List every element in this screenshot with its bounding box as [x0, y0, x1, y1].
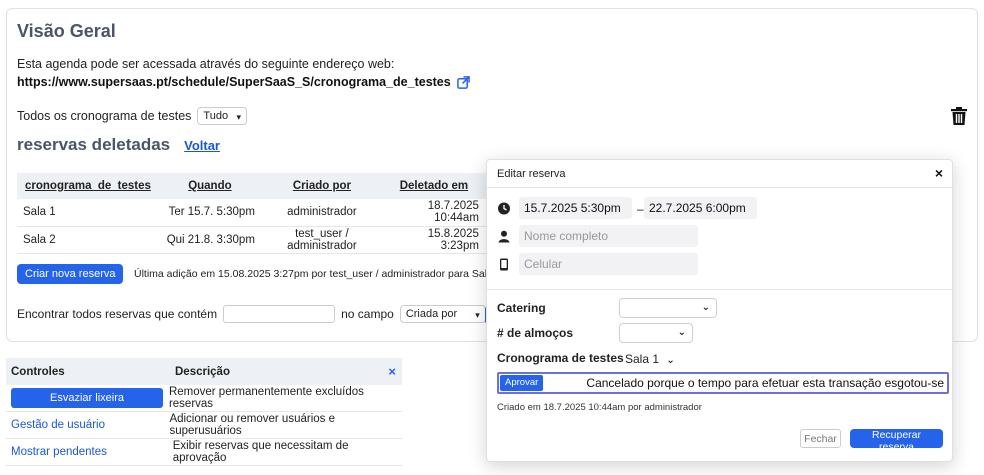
chevron-down-icon: ⌄ [701, 302, 710, 313]
lunches-select[interactable]: ⌄ [619, 323, 693, 343]
schedule-url-row: https://www.supersaas.pt/schedule/SuperS… [17, 75, 470, 89]
empty-trash-button[interactable]: Esvaziar lixeira [11, 388, 163, 408]
schedule-label: Cronograma de testes [497, 351, 624, 365]
field-select-value: Criada por [405, 308, 458, 320]
phone-field[interactable]: Celular [519, 253, 698, 275]
controls-col-title: Controles [11, 365, 65, 378]
status-text[interactable]: Cancelado porque o tempo para efetuar es… [543, 376, 947, 390]
description-col-title: Descrição [175, 365, 230, 378]
divider [487, 289, 952, 290]
close-button[interactable]: Fechar [800, 429, 841, 448]
back-link[interactable]: Voltar [184, 138, 220, 153]
chevron-down-icon: ▾ [475, 310, 480, 320]
phone-icon [500, 258, 508, 271]
control-description: Adicionar ou remover usuários e superusu… [169, 413, 335, 437]
catering-select[interactable]: ⌄ [619, 298, 717, 318]
cell-when: Qui 21.8. 3:30pm [158, 226, 261, 254]
dialog-title: Editar reserva [497, 168, 566, 180]
control-description: Exibir reservas que necessitam de aprova… [172, 440, 349, 464]
cell-deleted-at: 18.7.2025 10:44am [382, 199, 485, 227]
intro-text: Esta agenda pode ser acessada através do… [17, 57, 395, 71]
deleted-table: cronograma_de_testes Quando Criado por D… [17, 173, 510, 254]
show-pending-link[interactable]: Mostrar pendentes [6, 446, 168, 458]
range-dash: – [637, 202, 644, 216]
schedule-select-value: Sala 1 [625, 352, 660, 366]
trash-icon[interactable] [951, 107, 967, 125]
schedule-select[interactable]: Sala 1 ⌄ [621, 349, 679, 369]
clock-icon [498, 202, 510, 215]
approve-button[interactable]: Aprovar [500, 375, 544, 391]
user-management-link[interactable]: Gestão de usuário [6, 419, 164, 431]
external-link-icon[interactable] [456, 75, 470, 89]
last-added-text: Última adição em 15.08.2025 3:27pm por t… [134, 268, 502, 280]
full-name-field[interactable]: Nome completo [519, 225, 698, 247]
recover-reservation-button[interactable]: Recuperar reserva [850, 429, 943, 453]
close-icon[interactable]: × [388, 364, 396, 379]
divider [487, 187, 952, 188]
filter-select[interactable]: Tudo ▾ [197, 107, 248, 125]
catering-label: Catering [497, 301, 546, 315]
start-datetime-field[interactable]: 15.7.2025 5:30pm [519, 197, 632, 219]
chevron-down-icon: ▾ [236, 112, 242, 122]
field-label: no campo [341, 307, 394, 321]
col-schedule[interactable]: cronograma_de_testes [17, 173, 159, 199]
deleted-heading-row: reservas deletadas Voltar [17, 135, 220, 155]
col-when[interactable]: Quando [158, 173, 261, 199]
field-select[interactable]: Criada por ▾ [399, 305, 486, 323]
control-description: Remover permanentemente excluídos reserv… [168, 386, 364, 410]
search-label: Encontrar todos reservas que contém [17, 307, 218, 321]
page-title: Visão Geral [17, 21, 116, 41]
list-item: Gestão de usuário Adicionar ou remover u… [6, 412, 402, 439]
controls-header: Controles Descrição × [6, 358, 402, 385]
table-row[interactable]: Sala 1 Ter 15.7. 5:30pm administrador 18… [17, 199, 510, 227]
created-info: Criado em 18.7.2025 10:44am por administ… [497, 402, 702, 413]
col-created-by[interactable]: Criado por [260, 173, 383, 199]
col-deleted-at[interactable]: Deletado em [382, 173, 485, 199]
table-row[interactable]: Sala 2 Qui 21.8. 3:30pm test_user / admi… [17, 226, 510, 254]
controls-table: Controles Descrição × Esvaziar lixeira R… [6, 358, 402, 466]
chevron-down-icon: ⌄ [666, 355, 675, 366]
list-item: Mostrar pendentes Exibir reservas que ne… [6, 439, 402, 466]
search-input[interactable] [223, 305, 336, 323]
cell-when: Ter 15.7. 5:30pm [158, 199, 261, 227]
list-item: Esvaziar lixeira Remover permanentemente… [6, 385, 402, 412]
schedule-filter: Todos os cronograma de testes Tudo ▾ [17, 107, 248, 125]
new-reservation-button[interactable]: Criar nova reserva [17, 264, 124, 284]
cell-created-by: administrador [260, 199, 383, 227]
cell-schedule: Sala 2 [17, 226, 159, 254]
end-datetime-field[interactable]: 22.7.2025 6:00pm [644, 197, 757, 219]
schedule-url[interactable]: https://www.supersaas.pt/schedule/SuperS… [17, 75, 451, 89]
filter-select-value: Tudo [203, 110, 229, 122]
filter-label: Todos os cronograma de testes [17, 109, 192, 123]
chevron-down-icon: ⌄ [677, 327, 686, 338]
edit-reservation-dialog: Editar reserva × 15.7.2025 5:30pm – 22.7… [486, 159, 953, 462]
search-row: Encontrar todos reservas que contém no c… [17, 305, 486, 323]
cell-schedule: Sala 1 [17, 199, 159, 227]
cell-created-by: test_user / administrador [260, 226, 383, 254]
lunches-label: # de almoços [497, 326, 574, 340]
control-cell: Esvaziar lixeira [6, 388, 164, 408]
user-icon [498, 230, 510, 243]
deleted-heading: reservas deletadas [17, 135, 171, 154]
close-icon[interactable]: × [935, 165, 943, 181]
status-row: Aprovar Cancelado porque o tempo para ef… [497, 372, 949, 394]
cell-deleted-at: 15.8.2025 3:23pm [382, 226, 485, 254]
